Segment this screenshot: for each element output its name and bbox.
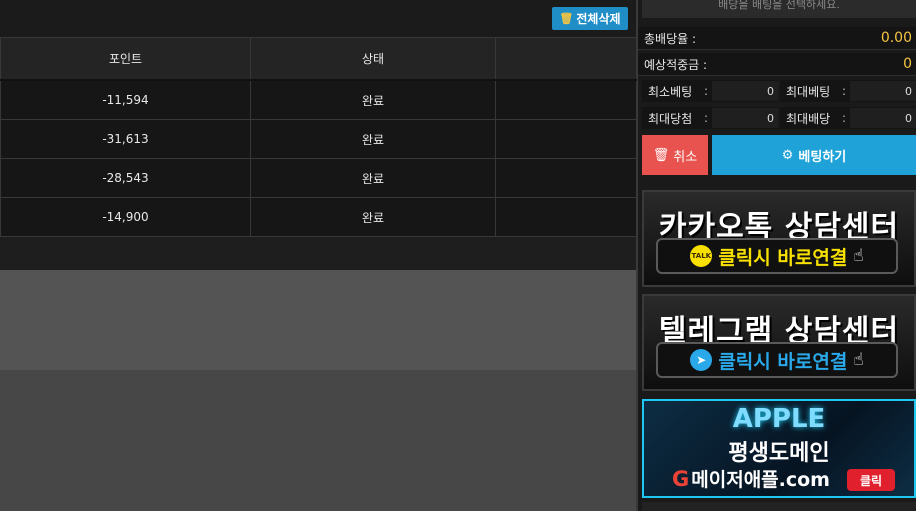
trash-icon: 🗑 [559,12,574,25]
apple-logo: APPLE [732,404,826,434]
status-cell: 완료 [250,197,496,237]
max-win-label: 최대당첨 [648,111,693,126]
kakao-connect-button[interactable]: TALK 클릭시 바로연결 ☝ [656,238,898,274]
apple-domain-text: 메이저애플.com [691,469,830,491]
pointer-hand-icon: ☝ [853,246,864,266]
min-bet-colon: : [704,84,709,98]
extra-cell [495,158,637,198]
status-cell: 완료 [250,79,496,120]
cancel-button[interactable]: 🗑 취소 [642,135,708,175]
min-bet-label: 최소베팅 [648,84,693,99]
kakao-support-banner[interactable]: 카카오톡 상담센터 TALK 클릭시 바로연결 ☝ [642,190,916,287]
max-odds-cell: 최대배당 : 0 [780,107,916,129]
kakao-cta-label: 클릭시 바로연결 [718,246,848,269]
main-content: 🗑 전체삭제 포인트 상태 -11,594 완료 -31,613 완료 -28,… [0,0,637,511]
telegram-connect-button[interactable]: ➤ 클릭시 바로연결 ☝ [656,342,898,378]
delete-all-label: 전체삭제 [576,12,621,26]
table-row: -11,594 완료 [0,79,637,120]
max-bet-value: 0 [905,84,912,98]
apple-domain-banner[interactable]: APPLE 평생도메인 G 메이저애플.com 클릭 [642,399,916,498]
max-bet-label: 최대베팅 [786,84,831,99]
apple-click-button[interactable]: 클릭 [847,469,895,491]
total-odds-row: 총배당율 : 0.00 [638,27,916,50]
telegram-support-banner[interactable]: 텔레그램 상담센터 ➤ 클릭시 바로연결 ☝ [642,294,916,391]
apple-subtitle: 평생도메인 [728,441,830,466]
max-win-colon: : [704,111,709,125]
trash-icon: 🗑 [652,147,670,163]
place-bet-label: 베팅하기 [798,149,847,165]
delete-all-button[interactable]: 🗑 전체삭제 [552,7,628,30]
points-cell: -11,594 [0,79,251,120]
extra-cell [495,79,637,120]
extra-cell [495,197,637,237]
max-win-value: 0 [767,111,774,125]
column-header-status: 상태 [250,37,496,81]
expected-win-value: 0 [903,56,912,72]
max-bet-cell: 최대베팅 : 0 [780,80,916,102]
table-row: -28,543 완료 [0,158,637,198]
betslip-sidebar: 배당을 배팅을 선택하세요. 총배당율 : 0.00 예상적중금 : 0 최소베… [638,0,916,511]
gears-icon: ⚙ [781,147,794,163]
total-odds-label: 총배당율 : [644,31,697,46]
kakao-talk-icon: TALK [690,245,713,267]
max-bet-colon: : [842,84,847,98]
google-icon: G [672,466,690,491]
min-bet-cell: 최소베팅 : 0 [642,80,778,102]
betslip-note: 배당을 배팅을 선택하세요. [642,0,916,18]
bet-history-table: 포인트 상태 -11,594 완료 -31,613 완료 -28,543 완료 … [0,37,637,270]
table-row: -31,613 완료 [0,119,637,159]
total-odds-value: 0.00 [880,30,912,46]
telegram-icon: ➤ [690,349,713,371]
cancel-label: 취소 [673,149,698,165]
telegram-cta-label: 클릭시 바로연결 [718,350,848,373]
points-cell: -31,613 [0,119,251,159]
max-odds-value: 0 [905,111,912,125]
next-banner-edge [642,502,916,511]
table-header-row: 포인트 상태 [0,37,637,81]
toolbar: 🗑 전체삭제 [0,0,636,37]
content-footer-band [0,270,636,370]
min-bet-value: 0 [767,84,774,98]
expected-win-row: 예상적중금 : 0 [638,53,916,76]
extra-cell [495,119,637,159]
expected-win-label: 예상적중금 : [644,57,708,72]
status-cell: 완료 [250,119,496,159]
column-header-points: 포인트 [0,37,251,81]
status-cell: 완료 [250,158,496,198]
table-row: -14,900 완료 [0,197,637,237]
points-cell: -28,543 [0,158,251,198]
max-win-cell: 최대당첨 : 0 [642,107,778,129]
column-header-extra [495,37,637,81]
max-odds-colon: : [842,111,847,125]
points-cell: -14,900 [0,197,251,237]
pointer-hand-icon: ☝ [853,350,864,370]
place-bet-button[interactable]: ⚙ 베팅하기 [712,135,916,175]
max-odds-label: 최대배당 [786,111,831,126]
apple-domain: G 메이저애플.com [672,465,830,492]
